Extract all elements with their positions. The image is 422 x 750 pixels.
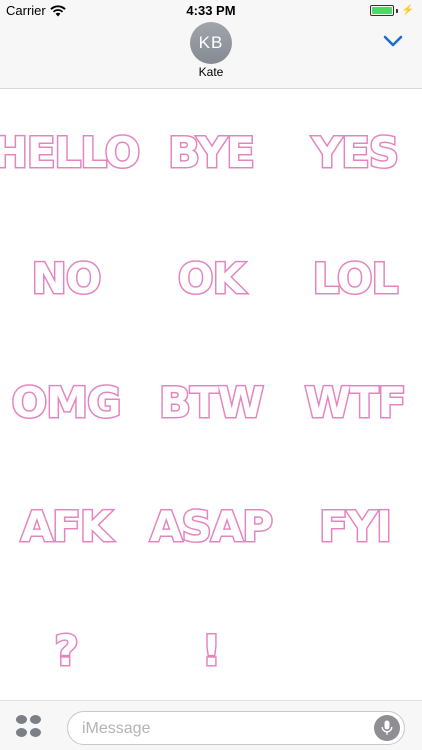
clock: 4:33 PM — [186, 3, 236, 18]
sticker-label: LOL — [311, 252, 400, 304]
sticker-lol[interactable]: LOL — [285, 238, 422, 318]
apps-dot — [16, 727, 27, 737]
message-input-bar: iMessage — [0, 700, 422, 750]
apps-dot — [16, 715, 27, 724]
sticker-afk[interactable]: AFK — [0, 486, 136, 566]
sticker-label: AFK — [19, 500, 114, 552]
sticker-hello[interactable]: HELLO — [0, 112, 142, 192]
apps-dot — [30, 715, 41, 724]
contact-avatar[interactable]: KB — [190, 22, 232, 64]
apps-dot — [30, 727, 41, 737]
avatar-initials: KB — [198, 33, 224, 52]
sticker-label: ? — [53, 624, 80, 676]
battery-level — [371, 7, 392, 14]
sticker-label: OMG — [10, 376, 123, 428]
sticker-yes[interactable]: YES — [285, 112, 422, 192]
sticker-label: BTW — [158, 376, 266, 428]
app-drawer-icon[interactable] — [16, 715, 42, 737]
battery-tip — [395, 8, 398, 13]
sticker-omg[interactable]: OMG — [0, 362, 136, 442]
sticker-fyi[interactable]: FYI — [285, 486, 422, 566]
sticker-label: ASAP — [148, 500, 274, 552]
conversation-header: KB Kate — [0, 22, 422, 89]
sticker-label: ! — [200, 624, 222, 676]
sticker-bye[interactable]: BYE — [141, 112, 281, 192]
sticker-btw[interactable]: BTW — [141, 362, 281, 442]
sticker-label: FYI — [318, 500, 394, 552]
sticker-label: WTF — [303, 376, 408, 428]
input-placeholder: iMessage — [82, 720, 151, 737]
battery-indicator: ⚡ — [369, 5, 414, 16]
sticker-question[interactable]: ? — [0, 610, 136, 690]
sticker-wtf[interactable]: WTF — [285, 362, 422, 442]
microphone-icon[interactable] — [374, 715, 400, 741]
sticker-grid: HELLO BYE YES NO OK LOL OMG BTW WTF AFK ASAP FYI?! — [0, 90, 422, 700]
sticker-label: NO — [30, 252, 103, 304]
sticker-ok[interactable]: OK — [141, 238, 281, 318]
sticker-no[interactable]: NO — [0, 238, 136, 318]
imessage-input[interactable]: iMessage — [67, 711, 405, 745]
mic-glyph — [381, 720, 393, 735]
sticker-label: YES — [310, 126, 400, 178]
charging-bolt-icon: ⚡ — [401, 5, 414, 16]
battery-icon — [369, 5, 394, 16]
contact-name[interactable]: Kate — [0, 65, 422, 79]
sticker-label: OK — [176, 252, 246, 304]
sticker-asap[interactable]: ASAP — [141, 486, 281, 566]
sticker-exclamation[interactable]: ! — [141, 610, 281, 690]
status-bar: Carrier 4:33 PM ⚡ — [0, 0, 422, 22]
sticker-label: HELLO — [0, 126, 142, 178]
chevron-down-icon[interactable] — [382, 34, 404, 48]
sticker-label: BYE — [167, 126, 257, 178]
